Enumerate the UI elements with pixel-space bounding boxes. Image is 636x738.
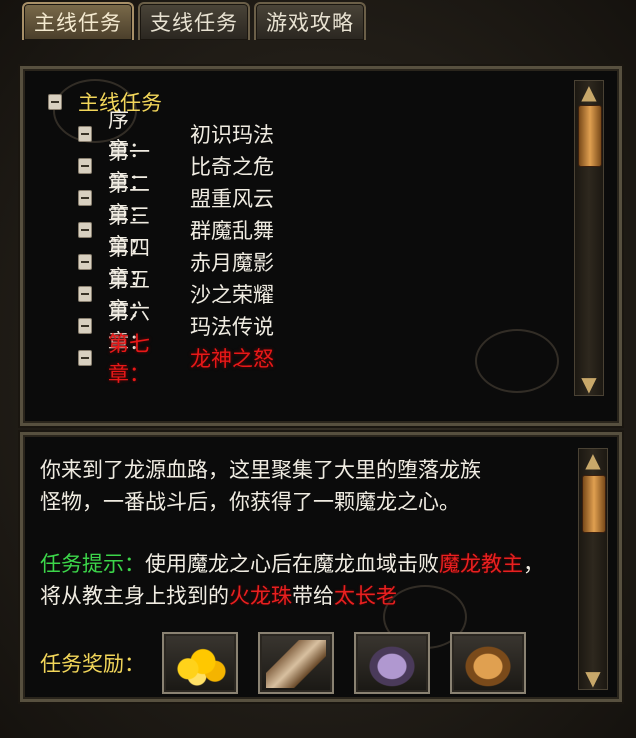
- ornament-decoration: [475, 329, 559, 393]
- axe-weapon-icon: [266, 640, 326, 688]
- wing-armor-icon: [362, 640, 422, 688]
- tab-game-guide[interactable]: 游戏攻略: [254, 2, 366, 40]
- reward-slot[interactable]: [354, 632, 430, 694]
- collapse-icon[interactable]: [78, 126, 92, 142]
- chapter-title: 群魔乱舞: [190, 219, 274, 243]
- collapse-icon[interactable]: [78, 158, 92, 174]
- reward-slot[interactable]: [258, 632, 334, 694]
- collapse-icon[interactable]: [78, 190, 92, 206]
- collapse-icon[interactable]: [78, 254, 92, 270]
- hint-item[interactable]: 火龙珠: [229, 584, 292, 608]
- collapse-icon[interactable]: [78, 222, 92, 238]
- reward-label: 任务奖励：: [40, 652, 145, 676]
- collapse-icon[interactable]: [48, 94, 62, 110]
- collapse-icon[interactable]: [78, 318, 92, 334]
- gold-coins-icon: [170, 640, 230, 688]
- quest-detail-scrollbar[interactable]: ▲ ▼: [578, 448, 608, 690]
- chapter-title: 龙神之怒: [190, 347, 274, 371]
- hint-text: 带给: [292, 584, 334, 608]
- scroll-thumb[interactable]: [578, 105, 602, 167]
- chapter-item-current[interactable]: 第七章： 龙神之怒: [78, 332, 274, 386]
- collapse-icon[interactable]: [78, 350, 92, 366]
- description-line: 你来到了龙源血路，这里聚集了大里的堕落龙族: [40, 458, 481, 482]
- reward-slot[interactable]: [450, 632, 526, 694]
- chapter-title: 盟重风云: [190, 187, 274, 211]
- quest-tree-scrollbar[interactable]: ▲ ▼: [574, 80, 604, 396]
- reward-slot[interactable]: [162, 632, 238, 694]
- chapter-number: 第七章：: [108, 332, 150, 386]
- quest-tree: 主线任务 序 章： 初识玛法 第一章： 比奇之危 第二章： 盟重风云 第三章： …: [48, 86, 274, 386]
- hint-npc[interactable]: 太长老: [334, 584, 397, 608]
- scroll-down-icon[interactable]: ▼: [581, 668, 605, 688]
- tab-bar: 主线任务 支线任务 游戏攻略: [22, 2, 366, 40]
- golden-wing-armor-icon: [458, 640, 518, 688]
- collapse-icon[interactable]: [78, 286, 92, 302]
- scroll-thumb[interactable]: [582, 475, 606, 533]
- tab-side-quest[interactable]: 支线任务: [138, 2, 250, 40]
- tab-main-quest[interactable]: 主线任务: [22, 2, 134, 40]
- chapter-title: 玛法传说: [190, 315, 274, 339]
- chapter-title: 初识玛法: [190, 123, 274, 147]
- hint-target[interactable]: 魔龙教主: [439, 552, 523, 576]
- chapter-title: 沙之荣耀: [190, 283, 274, 307]
- hint-label: 任务提示：: [40, 552, 145, 576]
- scroll-down-icon[interactable]: ▼: [577, 374, 601, 394]
- quest-hint: 任务提示：使用魔龙之心后在魔龙血域击败魔龙教主，将从教主身上找到的火龙珠带给太长…: [40, 548, 560, 612]
- chapter-title: 比奇之危: [190, 155, 274, 179]
- hint-text: 使用魔龙之心后在魔龙血域击败: [145, 552, 439, 576]
- description-line: 怪物，一番战斗后，你获得了一颗魔龙之心。: [40, 490, 460, 514]
- quest-window: 主线任务 支线任务 游戏攻略 主线任务 序 章： 初识玛法 第一章： 比奇之危 …: [0, 0, 636, 738]
- scroll-up-icon[interactable]: ▲: [577, 82, 601, 102]
- scroll-up-icon[interactable]: ▲: [581, 450, 605, 470]
- quest-description: 你来到了龙源血路，这里聚集了大里的堕落龙族 怪物，一番战斗后，你获得了一颗魔龙之…: [40, 454, 560, 518]
- chapter-title: 赤月魔影: [190, 251, 274, 275]
